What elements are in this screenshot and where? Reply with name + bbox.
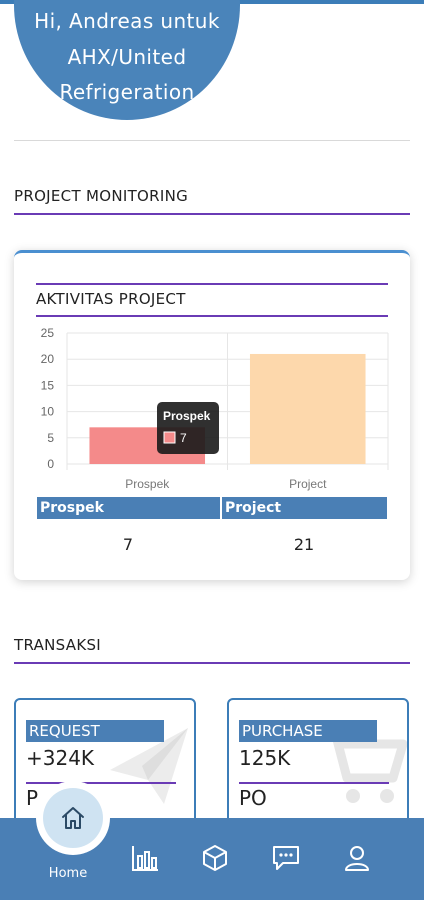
aktivitas-project-card: AKTIVITAS PROJECT 0 5 10 15 20 25 Prospek Proje… — [14, 250, 410, 580]
transaksi-sub: P — [26, 786, 39, 810]
section-title-project-monitoring: PROJECT MONITORING — [14, 187, 410, 215]
transaksi-sub: PO — [239, 786, 267, 810]
greeting-line-2: AHX/United — [67, 44, 187, 69]
tooltip-swatch — [163, 431, 176, 444]
transaksi-divider — [239, 782, 389, 784]
nav-home-button[interactable] — [43, 788, 103, 848]
transaksi-divider — [26, 782, 176, 784]
tooltip-label: Prospek — [163, 409, 211, 423]
transaksi-value: +324K — [26, 746, 95, 770]
y-tick-label: 5 — [47, 431, 54, 445]
stat-value-project: 21 — [293, 535, 315, 554]
y-tick-label: 15 — [41, 378, 55, 392]
nav-home-label: Home — [48, 866, 88, 881]
box-icon[interactable] — [200, 843, 230, 873]
y-tick-label: 20 — [41, 352, 55, 366]
x-tick-label: Prospek — [125, 477, 170, 491]
section-title-transaksi: TRANSAKSI — [14, 636, 410, 664]
transaksi-label: REQUEST — [26, 720, 164, 742]
y-tick-label: 25 — [41, 326, 55, 340]
y-tick-label: 0 — [47, 457, 54, 471]
transaksi-label: PURCHASE — [239, 720, 377, 742]
user-icon[interactable] — [342, 843, 372, 873]
stat-value-prospek: 7 — [122, 535, 134, 554]
stat-header-prospek: Prospek — [37, 497, 220, 519]
transaksi-value: 125K — [239, 746, 291, 770]
aktivitas-bar-chart: 0 5 10 15 20 25 Prospek Project Prospek 7 — [41, 326, 389, 491]
chart-icon[interactable] — [130, 843, 160, 873]
greeting-line-3: Refrigeration — [59, 80, 195, 104]
x-tick-label: Project — [289, 477, 327, 491]
home-icon — [62, 807, 84, 829]
chat-icon[interactable] — [271, 843, 301, 873]
bar-project — [249, 353, 366, 464]
top-divider — [14, 140, 410, 141]
tooltip-value: 7 — [180, 431, 187, 445]
stat-header-project: Project — [222, 497, 387, 519]
greeting-line-1: Hi, Andreas untuk — [34, 9, 220, 33]
y-tick-label: 10 — [41, 405, 55, 419]
greeting-text: Hi, Andreas untuk AHX/United Refrigerati… — [14, 4, 240, 111]
transaksi-card-purchase[interactable]: PURCHASE 125K PO — [227, 698, 409, 838]
card-title: AKTIVITAS PROJECT — [36, 283, 388, 317]
